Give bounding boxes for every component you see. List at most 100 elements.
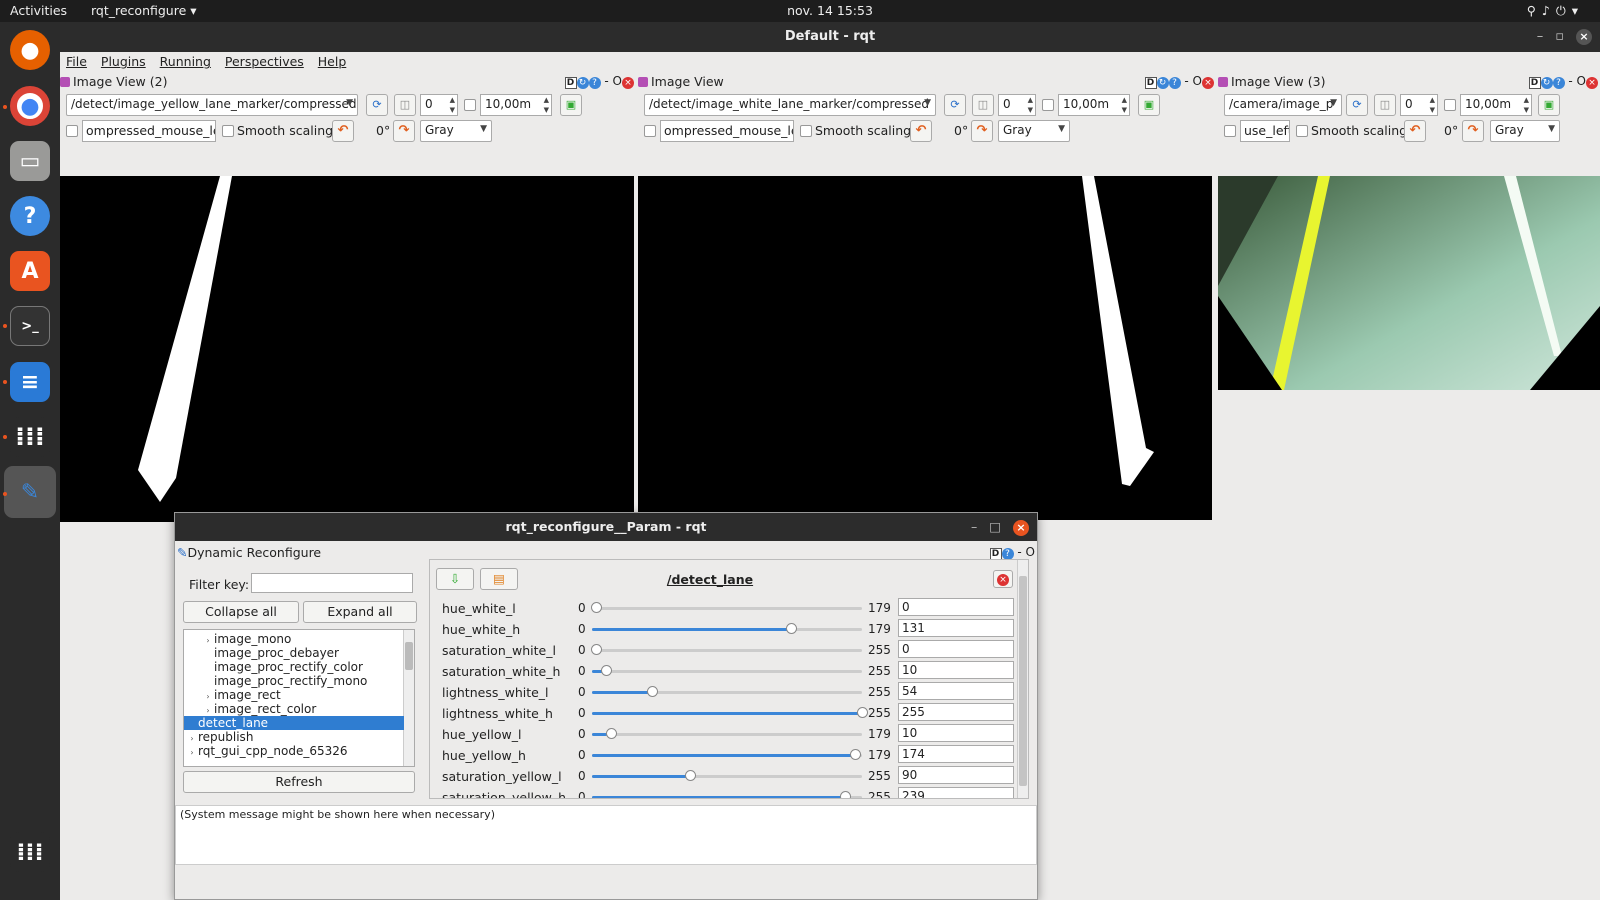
- tree-scrollbar[interactable]: [403, 630, 414, 766]
- mouse-topic-field[interactable]: use_left: [1240, 120, 1290, 142]
- dialog-close-icon[interactable]: ×: [1013, 520, 1029, 536]
- spin-input[interactable]: 0 ▲ ▼: [1400, 94, 1438, 116]
- help-icon[interactable]: ?: [1552, 77, 1565, 89]
- slider-handle[interactable]: [684, 770, 696, 781]
- tree-item[interactable]: image_proc_rectify_mono: [184, 674, 404, 688]
- show-apps-icon[interactable]: ⁞⁞⁞: [10, 832, 50, 872]
- slider-handle[interactable]: [785, 623, 797, 634]
- dialog-maximize-button[interactable]: □: [989, 519, 1013, 534]
- save-image-icon[interactable]: ▣: [1138, 94, 1160, 116]
- spin-input[interactable]: 0 ▲ ▼: [998, 94, 1036, 116]
- tree-item[interactable]: › rqt_gui_cpp_node_65326: [184, 744, 404, 758]
- close-pane-icon[interactable]: ×: [622, 77, 634, 89]
- tree-item[interactable]: › republish: [184, 730, 404, 744]
- rotate-left-icon[interactable]: ↶: [332, 120, 354, 142]
- close-node-button[interactable]: ×: [993, 570, 1013, 588]
- slider-handle[interactable]: [605, 728, 617, 739]
- filter-key-input[interactable]: [251, 573, 413, 593]
- yellow-lane-image[interactable]: [60, 176, 634, 522]
- smooth-scaling-checkbox[interactable]: [800, 125, 812, 137]
- white-lane-image[interactable]: [638, 176, 1212, 520]
- param-value-input[interactable]: 54: [898, 682, 1014, 700]
- close-pane-icon[interactable]: ×: [1586, 77, 1598, 89]
- param-value-input[interactable]: 0: [898, 598, 1014, 616]
- camera-image[interactable]: [1218, 176, 1600, 390]
- time-checkbox[interactable]: [1042, 99, 1054, 111]
- slider-handle[interactable]: [647, 686, 659, 697]
- collapse-all-button[interactable]: Collapse all: [183, 601, 299, 623]
- rotate-right-icon[interactable]: ↷: [971, 120, 993, 142]
- restore-button[interactable]: ▫: [1555, 29, 1576, 44]
- mouse-checkbox[interactable]: [1224, 125, 1236, 137]
- dock-icon[interactable]: D: [1144, 77, 1157, 89]
- param-value-input[interactable]: 10: [898, 661, 1014, 679]
- param-slider[interactable]: [591, 644, 862, 655]
- expand-arrow-icon[interactable]: ›: [186, 746, 198, 760]
- param-slider[interactable]: [591, 602, 862, 613]
- dialog-minimize-button[interactable]: –: [971, 519, 989, 534]
- close-pane-icon[interactable]: ×: [1202, 77, 1214, 89]
- minimize-pane-button[interactable]: -: [604, 74, 608, 88]
- param-slider[interactable]: [592, 749, 862, 760]
- param-value-input[interactable]: 174: [898, 745, 1014, 763]
- mouse-checkbox[interactable]: [66, 125, 78, 137]
- tree-item[interactable]: image_proc_debayer: [184, 646, 404, 660]
- tree-item[interactable]: › image_rect_color: [184, 702, 404, 716]
- tree-item[interactable]: › image_mono: [184, 632, 404, 646]
- zoom-icon[interactable]: ◫: [972, 94, 994, 116]
- zoom-icon[interactable]: ◫: [394, 94, 416, 116]
- colormap-select[interactable]: Gray ▼: [998, 120, 1070, 142]
- tree-item[interactable]: › image_rect: [184, 688, 404, 702]
- param-value-input[interactable]: 0: [898, 640, 1014, 658]
- slider-handle[interactable]: [857, 707, 868, 718]
- slider-handle[interactable]: [591, 644, 602, 655]
- param-slider[interactable]: [592, 770, 862, 781]
- smooth-scaling-checkbox[interactable]: [222, 125, 234, 137]
- save-image-icon[interactable]: ▣: [1538, 94, 1560, 116]
- minimize-button[interactable]: –: [1537, 29, 1556, 44]
- minimize-pane-button[interactable]: -: [1017, 545, 1021, 559]
- editor-icon[interactable]: ✎: [4, 466, 56, 518]
- topic-select[interactable]: /camera/image_p ▼: [1224, 94, 1342, 116]
- param-slider[interactable]: [592, 728, 862, 739]
- time-checkbox[interactable]: [464, 99, 476, 111]
- param-slider[interactable]: [592, 707, 868, 718]
- refresh-topics-icon[interactable]: ⟳: [944, 94, 966, 116]
- time-input[interactable]: 10,00m ▲ ▼: [1058, 94, 1130, 116]
- tree-item[interactable]: image_proc_rectify_color: [184, 660, 404, 674]
- param-value-input[interactable]: 10: [898, 724, 1014, 742]
- menu-perspectives[interactable]: Perspectives: [225, 54, 304, 69]
- node-tree[interactable]: › image_mono image_proc_debayer image_proc_…: [183, 629, 415, 767]
- chrome-icon[interactable]: ●: [10, 86, 50, 126]
- mouse-topic-field[interactable]: ompressed_mouse_left: [82, 120, 216, 142]
- spin-input[interactable]: 0 ▲ ▼: [420, 94, 458, 116]
- colormap-select[interactable]: Gray ▼: [420, 120, 492, 142]
- float-pane-button[interactable]: O: [1026, 545, 1035, 559]
- mouse-checkbox[interactable]: [644, 125, 656, 137]
- slider-handle[interactable]: [840, 791, 852, 798]
- time-checkbox[interactable]: [1444, 99, 1456, 111]
- help-icon[interactable]: ?: [588, 77, 601, 89]
- clock[interactable]: nov. 14 15:53: [0, 3, 1600, 18]
- float-pane-button[interactable]: O: [1193, 74, 1202, 88]
- system-tray[interactable]: ⚲♪⏻▾: [1527, 3, 1584, 19]
- menu-running[interactable]: Running: [160, 54, 211, 69]
- dock-icon[interactable]: D: [1528, 77, 1541, 89]
- param-value-input[interactable]: 239: [898, 787, 1014, 798]
- param-value-input[interactable]: 90: [898, 766, 1014, 784]
- float-pane-button[interactable]: O: [613, 74, 622, 88]
- reload-icon[interactable]: ↻: [1540, 77, 1553, 89]
- files-icon[interactable]: ▭: [10, 141, 50, 181]
- refresh-topics-icon[interactable]: ⟳: [1346, 94, 1368, 116]
- terminal-icon[interactable]: >_: [10, 306, 50, 346]
- slider-handle[interactable]: [591, 602, 602, 613]
- colormap-select[interactable]: Gray ▼: [1490, 120, 1560, 142]
- rotate-left-icon[interactable]: ↶: [1404, 120, 1426, 142]
- param-value-input[interactable]: 255: [898, 703, 1014, 721]
- param-slider[interactable]: [592, 686, 862, 697]
- refresh-topics-icon[interactable]: ⟳: [366, 94, 388, 116]
- mouse-topic-field[interactable]: ompressed_mouse_left: [660, 120, 794, 142]
- slider-handle[interactable]: [849, 749, 861, 760]
- param-slider[interactable]: [592, 791, 862, 798]
- zoom-icon[interactable]: ◫: [1374, 94, 1396, 116]
